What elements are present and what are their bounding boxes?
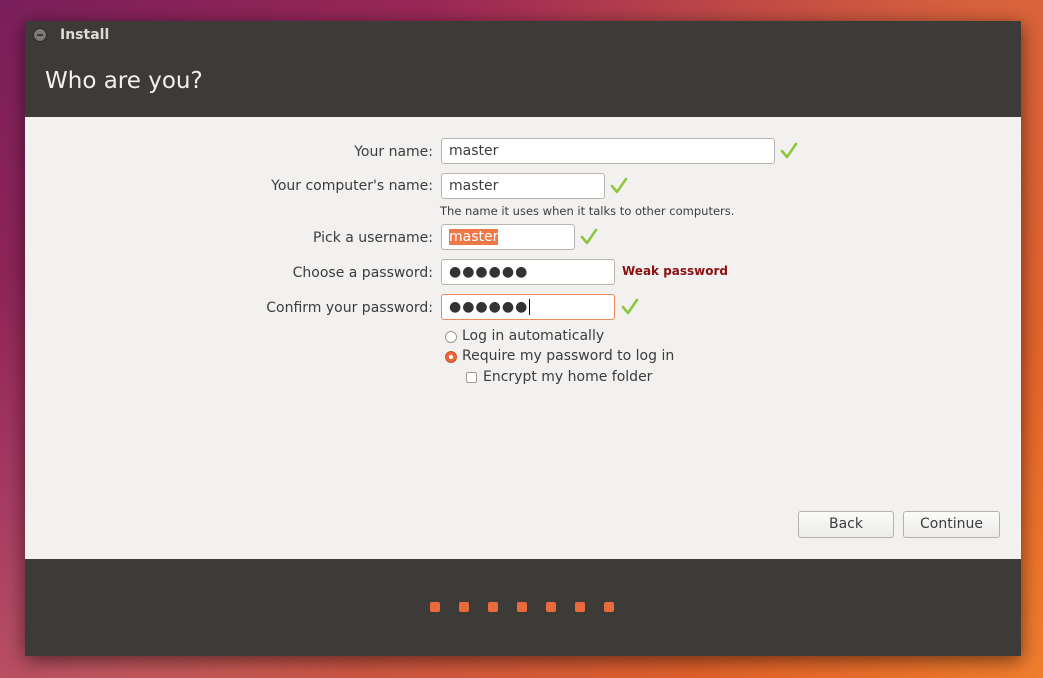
login-automatically-radio[interactable] — [445, 331, 457, 343]
password-input[interactable]: ●●●●●● — [441, 259, 615, 285]
name-label: Your name: — [354, 144, 433, 160]
close-icon[interactable] — [33, 28, 47, 42]
password-label: Choose a password: — [292, 265, 433, 281]
title-bar: Install Who are you? — [25, 21, 1021, 117]
back-button[interactable]: Back — [798, 511, 894, 538]
window-title: Install — [60, 27, 110, 43]
require-password-radio[interactable] — [445, 351, 457, 363]
progress-dot — [546, 602, 556, 612]
progress-footer — [25, 559, 1021, 656]
password-strength: Weak password — [622, 264, 729, 278]
computer-name-input[interactable]: master — [441, 173, 605, 199]
confirm-valid-check-icon — [621, 298, 639, 315]
progress-dot — [604, 602, 614, 612]
progress-dot — [575, 602, 585, 612]
user-form: Your name: master Your computer's name: … — [25, 117, 1021, 559]
confirm-password-dots: ●●●●●● — [449, 299, 529, 315]
continue-button[interactable]: Continue — [903, 511, 1000, 538]
progress-dot — [517, 602, 527, 612]
computer-name-label: Your computer's name: — [271, 178, 433, 194]
encrypt-home-checkbox[interactable] — [466, 372, 477, 383]
confirm-password-input[interactable]: ●●●●●● — [441, 294, 615, 320]
name-valid-check-icon — [780, 142, 798, 159]
require-password-label[interactable]: Require my password to log in — [462, 348, 674, 364]
computer-name-valid-check-icon — [610, 177, 628, 194]
encrypt-home-label[interactable]: Encrypt my home folder — [483, 369, 652, 385]
confirm-password-label: Confirm your password: — [266, 300, 433, 316]
computer-name-hint: The name it uses when it talks to other … — [440, 204, 735, 218]
username-selected-text: master — [449, 229, 499, 245]
progress-dot — [459, 602, 469, 612]
progress-dot — [488, 602, 498, 612]
username-input[interactable]: master — [441, 224, 575, 250]
installer-window: Install Who are you? Your name: master Y… — [25, 21, 1021, 656]
page-heading: Who are you? — [45, 68, 203, 94]
progress-dot — [430, 602, 440, 612]
username-valid-check-icon — [580, 228, 598, 245]
login-automatically-label[interactable]: Log in automatically — [462, 328, 604, 344]
password-dots: ●●●●●● — [449, 264, 529, 280]
name-input[interactable]: master — [441, 138, 775, 164]
text-caret — [529, 299, 531, 315]
username-label: Pick a username: — [312, 230, 433, 246]
